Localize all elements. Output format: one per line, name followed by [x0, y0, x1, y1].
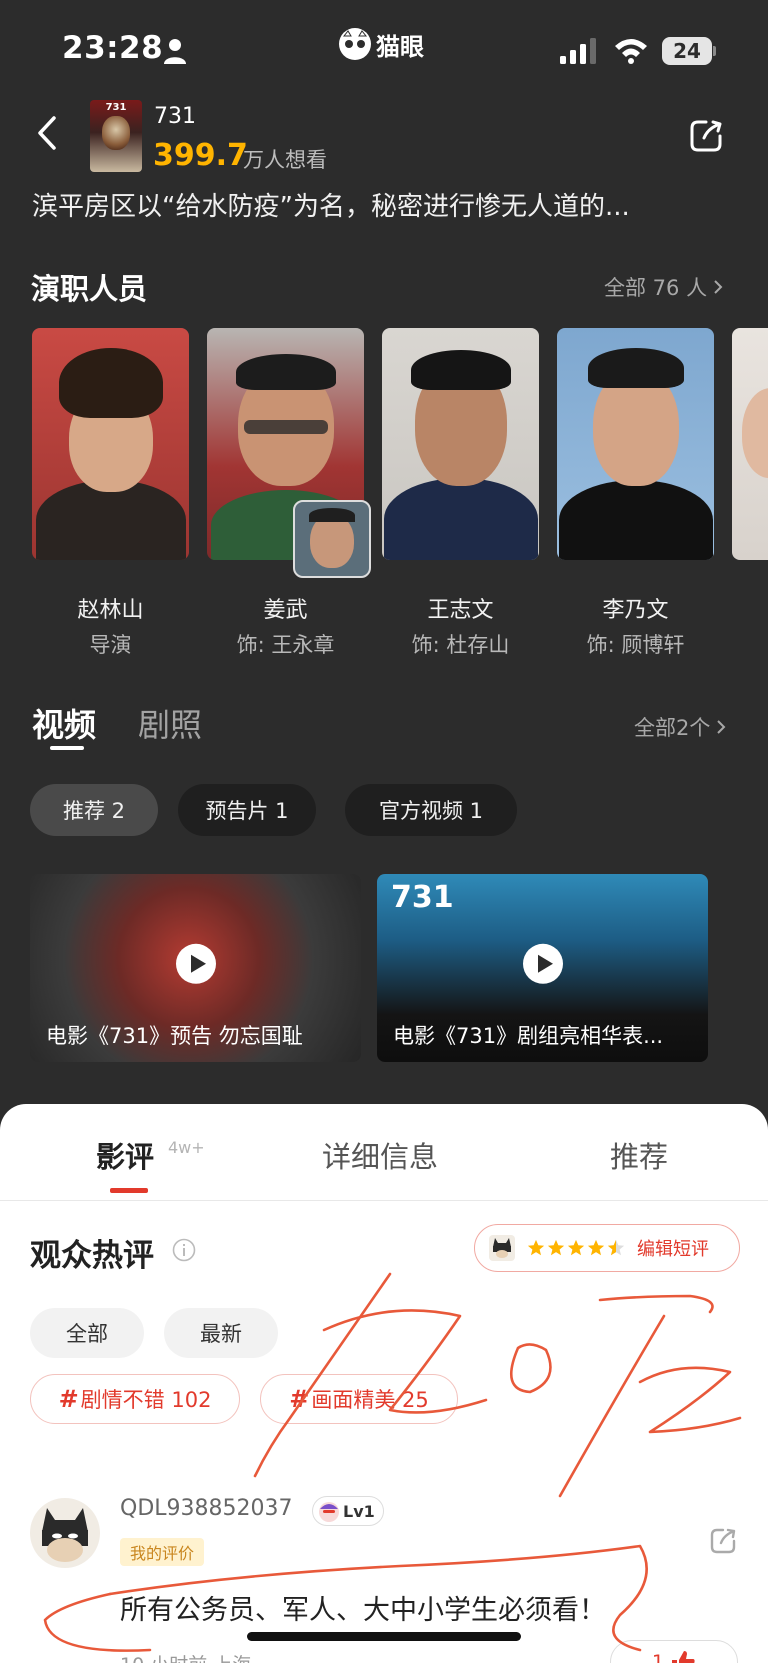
edit-review-button[interactable]: 编辑短评 [474, 1224, 740, 1272]
filter-chip-recommended[interactable]: 推荐 2 [30, 784, 158, 836]
play-icon [522, 943, 563, 984]
filter-latest[interactable]: 最新 [164, 1308, 278, 1358]
level-label: Lv1 [343, 1501, 375, 1521]
reviews-panel: 影评 4w+ 详细信息 推荐 观众热评 编辑短评 全部 最新 # 剧情不错 10… [0, 1104, 768, 1663]
poster-face-art [102, 116, 130, 150]
cast-card-partial[interactable]: 饰 [732, 328, 768, 560]
tab-videos[interactable]: 视频 [32, 700, 96, 746]
movie-poster-thumbnail[interactable]: 731 [90, 100, 142, 172]
tab-reviews[interactable]: 影评 [96, 1134, 154, 1176]
cast-photo [732, 328, 768, 560]
tag-label: 剧情不错 102 [80, 1388, 212, 1412]
video-caption: 电影《731》剧组亮相华表... [393, 1024, 664, 1048]
reviews-title: 观众热评 [30, 1238, 154, 1274]
cast-card-actor[interactable]: 王志文 饰: 杜存山 [382, 328, 539, 657]
hash-icon: # [289, 1385, 310, 1413]
media-see-all-label: 全部2个 [634, 716, 711, 740]
wifi-icon [615, 39, 647, 64]
hash-icon: # [58, 1385, 79, 1413]
back-arrow-icon[interactable] [32, 112, 64, 154]
cast-card-actor[interactable]: 姜武 饰: 王永章 [207, 328, 371, 657]
poster-title: 731 [105, 102, 127, 113]
active-tab-indicator [110, 1188, 148, 1193]
chevron-right-icon [717, 720, 726, 734]
tag-label: 画面精美 25 [311, 1388, 429, 1412]
star-icon [547, 1239, 565, 1256]
review-meta: 10 小时前 上海 [120, 1650, 251, 1663]
movie-synopsis[interactable]: 滨平房区以“给水防疫”为名，秘密进行惨无人道的... [32, 186, 732, 223]
user-avatar-icon [489, 1235, 515, 1261]
home-indicator[interactable] [247, 1632, 521, 1641]
star-icon [567, 1239, 585, 1256]
cast-name: 姜武 [263, 598, 308, 623]
status-bar: 23:28 猫眼 24 [0, 0, 768, 100]
cast-name: 赵林山 [77, 598, 144, 623]
video-caption: 电影《731》预告 勿忘国耻 [46, 1024, 303, 1048]
tab-divider [0, 1200, 768, 1201]
filter-chip-official-video[interactable]: 官方视频 1 [345, 784, 517, 836]
thumbs-up-icon [672, 1651, 695, 1663]
chevron-right-icon [714, 280, 723, 294]
share-icon[interactable] [688, 118, 724, 154]
tab-recommend[interactable]: 推荐 [610, 1134, 668, 1176]
want-count: 399.7 [153, 138, 248, 173]
battery-tip [713, 46, 716, 56]
media-see-all-link[interactable]: 全部2个 [634, 712, 726, 742]
active-tab-indicator [50, 746, 84, 750]
cast-role: 导演 [89, 633, 132, 657]
cat-logo-icon [339, 28, 371, 60]
cast-card-actor[interactable]: 李乃文 饰: 顾博轩 [557, 328, 714, 657]
edit-review-label: 编辑短评 [637, 1239, 709, 1260]
signal-icon [560, 38, 596, 64]
reviews-count-badge: 4w+ [168, 1138, 205, 1157]
status-time: 23:28 [62, 30, 164, 66]
movie-name: 731 [154, 104, 196, 129]
want-label: 万人想看 [243, 148, 327, 172]
cast-role: 饰: 顾博轩 [586, 633, 685, 657]
star-icon [527, 1239, 545, 1256]
half-star-icon [607, 1239, 625, 1256]
tab-details[interactable]: 详细信息 [322, 1134, 438, 1176]
review-text: 所有公务员、军人、大中小学生必须看！ [120, 1595, 606, 1626]
cast-name: 李乃文 [602, 598, 669, 623]
star-icon [587, 1239, 605, 1256]
reviewer-avatar[interactable] [30, 1498, 100, 1568]
my-review-badge: 我的评价 [120, 1538, 205, 1566]
cast-name: 王志文 [427, 598, 494, 623]
maoyan-logo: 猫眼 [338, 26, 424, 62]
person-icon [164, 39, 186, 64]
cast-photo [32, 328, 189, 560]
role-avatar [293, 500, 371, 578]
filter-all[interactable]: 全部 [30, 1308, 144, 1358]
star-rating [527, 1239, 625, 1257]
tag-chip[interactable]: # 剧情不错 102 [30, 1374, 240, 1424]
battery-icon: 24 [662, 37, 716, 65]
cast-photo [557, 328, 714, 560]
level-icon [319, 1502, 339, 1522]
level-badge: Lv1 [312, 1496, 384, 1526]
like-count: 1 [651, 1651, 665, 1663]
maoyan-logo-text: 猫眼 [376, 32, 424, 61]
cast-role: 饰: 杜存山 [411, 633, 510, 657]
cast-card-director[interactable]: 赵林山 导演 [32, 328, 189, 657]
info-icon[interactable] [172, 1238, 196, 1262]
cast-section-title: 演职人员 [31, 272, 148, 306]
video-card[interactable]: 731 电影《731》剧组亮相华表... [377, 874, 708, 1062]
tag-chip[interactable]: # 画面精美 25 [260, 1374, 458, 1424]
filter-chip-trailer[interactable]: 预告片 1 [178, 784, 316, 836]
video-overlay-title: 731 [391, 880, 454, 915]
cast-see-all-link[interactable]: 全部 76 人 [604, 272, 723, 302]
reviewer-name[interactable]: QDL938852037 [120, 1496, 293, 1521]
cast-photo [382, 328, 539, 560]
play-icon [175, 943, 216, 984]
like-button[interactable]: 1 [610, 1640, 738, 1663]
batman-avatar-icon [42, 1508, 88, 1562]
cast-role: 饰: 王永章 [236, 633, 335, 657]
cast-see-all-label: 全部 76 人 [604, 276, 708, 300]
battery-level: 24 [662, 37, 712, 65]
tab-stills[interactable]: 剧照 [138, 700, 202, 746]
share-icon[interactable] [708, 1526, 738, 1556]
video-card[interactable]: 电影《731》预告 勿忘国耻 [30, 874, 361, 1062]
